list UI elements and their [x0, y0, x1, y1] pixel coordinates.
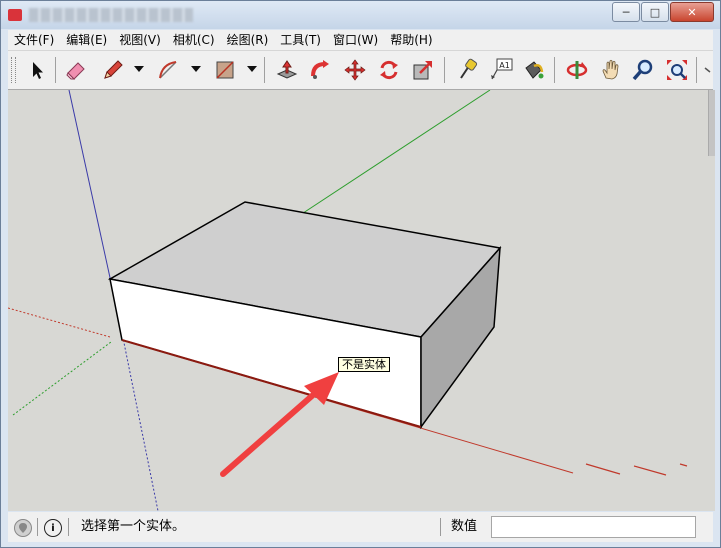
red-axis-dash — [585, 463, 621, 475]
follow-me-icon — [311, 60, 329, 79]
status-separator — [37, 518, 38, 536]
tape-measure-icon — [460, 58, 478, 79]
status-message: 选择第一个实体。 — [81, 519, 186, 534]
red-axis-dash — [633, 465, 667, 476]
measurements-label: 数值 — [451, 519, 478, 534]
maximize-button[interactable]: □ — [641, 2, 669, 22]
follow-me-tool-button[interactable] — [306, 55, 336, 85]
eraser-tool-button[interactable] — [61, 55, 91, 85]
tape-measure-tool-button[interactable] — [452, 55, 482, 85]
orbit-tool-button[interactable] — [562, 55, 592, 85]
toolbar-overflow[interactable] — [700, 55, 714, 85]
measurements-input[interactable] — [491, 516, 696, 538]
status-separator — [440, 518, 441, 536]
status-separator — [68, 518, 69, 536]
menu-file[interactable]: 文件(F) — [8, 30, 60, 50]
arc-icon — [159, 61, 177, 79]
menu-draw[interactable]: 绘图(R) — [221, 30, 275, 50]
move-icon — [344, 59, 366, 81]
toolbar-separator — [264, 57, 265, 83]
select-arrow-icon — [33, 62, 43, 79]
menu-tools[interactable]: 工具(T) — [274, 30, 327, 50]
chevron-down-icon — [191, 66, 201, 72]
main-toolbar: A1 — [8, 51, 713, 90]
green-axis-dotted — [12, 341, 112, 416]
minimize-button[interactable]: ─ — [612, 2, 640, 22]
rotate-tool-button[interactable] — [374, 55, 404, 85]
chevron-down-icon — [134, 66, 144, 72]
scale-icon — [413, 61, 432, 80]
select-tool-button[interactable] — [22, 55, 52, 85]
red-axis-dotted — [8, 307, 111, 338]
move-tool-button[interactable] — [340, 55, 370, 85]
orbit-icon — [566, 61, 588, 79]
info-glyph: i — [51, 522, 55, 534]
chevron-down-icon — [247, 66, 257, 72]
scene-canvas[interactable] — [8, 90, 715, 511]
window-title: ▒▒▒▒ ▒▒▒▒▒▒▒▒▒ ▒▒▒▒ — [29, 8, 193, 22]
toolbar-grip[interactable] — [11, 57, 16, 83]
zoom-tool-button[interactable] — [628, 55, 658, 85]
zoom-extents-tool-button[interactable] — [662, 55, 692, 85]
pencil-line-icon — [104, 60, 123, 79]
pan-tool-button[interactable] — [596, 55, 626, 85]
entity-tooltip: 不是实体 — [338, 357, 390, 372]
toolbar-separator — [55, 57, 56, 83]
zoom-icon — [632, 59, 653, 81]
text-label-icon: A1 — [491, 58, 513, 80]
eraser-icon — [66, 62, 85, 80]
push-pull-tool-button[interactable] — [272, 55, 302, 85]
text-tool-button[interactable]: A1 — [486, 55, 516, 85]
line-tool-dropdown[interactable] — [132, 62, 146, 76]
menu-help[interactable]: 帮助(H) — [384, 30, 438, 50]
menu-edit[interactable]: 编辑(E) — [60, 30, 113, 50]
info-icon[interactable]: i — [44, 519, 62, 537]
toolbar-separator — [696, 57, 697, 83]
window-controls: ─ □ ✕ — [611, 2, 714, 22]
pan-hand-icon — [602, 59, 619, 80]
menu-window[interactable]: 窗口(W) — [327, 30, 384, 50]
geolocation-pin-icon — [19, 523, 27, 533]
close-button[interactable]: ✕ — [670, 2, 714, 22]
rotate-icon — [380, 60, 398, 80]
paint-bucket-icon — [525, 61, 544, 79]
menu-bar: 文件(F) 编辑(E) 视图(V) 相机(C) 绘图(R) 工具(T) 窗口(W… — [8, 30, 713, 51]
push-pull-icon — [276, 60, 298, 79]
menu-view[interactable]: 视图(V) — [113, 30, 167, 50]
toolbar-separator — [554, 57, 555, 83]
status-bar: i 选择第一个实体。 数值 — [8, 512, 713, 542]
app-logo-icon — [8, 9, 22, 21]
scale-tool-button[interactable] — [408, 55, 438, 85]
menu-camera[interactable]: 相机(C) — [167, 30, 221, 50]
arc-tool-dropdown[interactable] — [189, 62, 203, 76]
toolbar-overflow-icon — [704, 67, 711, 73]
green-axis — [290, 90, 491, 222]
toolbar-separator — [444, 57, 445, 83]
zoom-extents-icon — [667, 60, 687, 80]
blue-axis-dotted — [120, 327, 159, 511]
rectangle-icon — [216, 61, 234, 79]
line-tool-button[interactable] — [98, 55, 128, 85]
red-axis-dash — [679, 463, 688, 467]
geolocation-icon[interactable] — [14, 519, 32, 537]
application-window: ▒▒▒▒ ▒▒▒▒▒▒▒▒▒ ▒▒▒▒ ─ □ ✕ 文件(F) 编辑(E) 视图… — [0, 0, 721, 548]
paint-bucket-tool-button[interactable] — [518, 55, 548, 85]
model-viewport[interactable]: 不是实体 — [8, 90, 715, 511]
viewport-scrollbar[interactable] — [708, 90, 715, 156]
rectangle-tool-dropdown[interactable] — [245, 62, 259, 76]
rectangle-tool-button[interactable] — [210, 55, 240, 85]
text-tool-label: A1 — [499, 61, 510, 70]
arc-tool-button[interactable] — [153, 55, 183, 85]
title-bar[interactable]: ▒▒▒▒ ▒▒▒▒▒▒▒▒▒ ▒▒▒▒ ─ □ ✕ — [1, 1, 720, 29]
